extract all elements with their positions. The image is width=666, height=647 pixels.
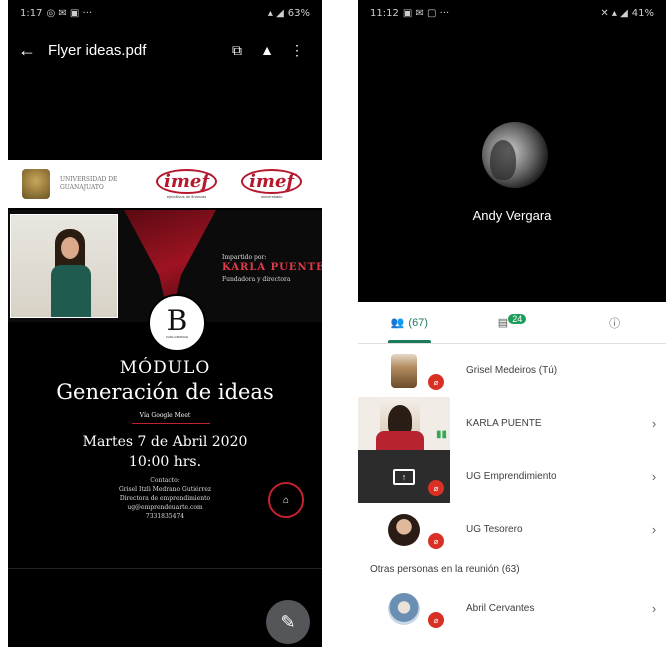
document-title: Flyer ideas.pdf (48, 41, 147, 59)
chevron-right-icon[interactable]: › (642, 416, 666, 431)
battery-level: 63% (287, 7, 310, 19)
university-seal-icon (22, 169, 50, 199)
module-title: Generación de ideas (56, 380, 274, 404)
participant-thumbnail: ⌀ (358, 344, 450, 397)
chevron-right-icon[interactable]: › (642, 522, 666, 537)
signal-icon: ✕ ▴ ◢ (600, 7, 628, 19)
participant-name: KARLA PUENTE (466, 418, 542, 429)
divider (132, 423, 210, 424)
mic-off-icon: ⌀ (428, 374, 444, 390)
participant-name: UG Tesorero (466, 524, 523, 535)
status-time: 1:17 (20, 7, 43, 19)
avatar (388, 513, 420, 546)
notification-icon: ◎ ✉ ▣ ··· (46, 7, 93, 19)
app-bar: ← Flyer ideas.pdf ⧉ ▲ ⋮ (8, 26, 322, 74)
speaker-role: Fundadora y directora (222, 276, 291, 283)
meeting-tabs: 👥 (67) ▤ 24 ⓘ (358, 302, 666, 344)
drive-icon[interactable]: ▲ (252, 42, 282, 58)
people-icon: 👥 (390, 317, 405, 329)
speaking-indicator-icon: ▮▮ (436, 429, 448, 440)
avatar (391, 353, 417, 388)
page-divider (8, 568, 322, 569)
event-time: 10:00 hrs. (128, 454, 202, 470)
participant-row[interactable]: ↑ ⌀ UG Emprendimiento › (358, 450, 666, 503)
screen-share-icon: ↑ (393, 468, 415, 485)
chevron-right-icon[interactable]: › (642, 601, 666, 616)
imparted-by-label: Impartido por: (222, 254, 267, 261)
participant-name: Grisel Medeiros (Tú) (466, 365, 558, 376)
brand-logo: B KARLA BRIDGE (148, 294, 206, 352)
speaker-name: Andy Vergara (472, 208, 552, 223)
meet-screen: 11:12 ▣ ✉ ▢ ··· ✕ ▴ ◢ 41% Andy Vergara 👥… (358, 0, 666, 647)
mic-off-icon: ⌀ (428, 533, 444, 549)
event-date: Martes 7 de Abril 2020 (82, 434, 248, 450)
video-stage: 11:12 ▣ ✉ ▢ ··· ✕ ▴ ◢ 41% Andy Vergara (358, 0, 666, 302)
participant-name: UG Emprendimiento (466, 471, 557, 482)
participant-row[interactable]: ⌀ Grisel Medeiros (Tú) (358, 344, 666, 397)
signal-icon: ▴ ◢ (267, 7, 284, 19)
emprendimiento-logo-icon: ⌂ (268, 482, 304, 518)
mic-off-icon: ⌀ (428, 612, 444, 628)
avatar (388, 592, 420, 625)
pdf-page: UNIVERSIDAD DE GUANAJUATO imef ejecutivo… (8, 160, 322, 570)
tab-info[interactable]: ⓘ (563, 302, 666, 343)
participant-thumbnail: ↑ ⌀ (358, 450, 450, 503)
others-section-label: Otras personas en la reunión (63) (370, 563, 520, 575)
chat-icon: ▤ (497, 317, 509, 329)
participant-thumbnail: ⌀ (358, 582, 450, 635)
speaker-avatar (482, 122, 548, 188)
edit-pencil-icon[interactable]: ✎ (266, 600, 310, 644)
status-bar: 1:17 ◎ ✉ ▣ ··· ▴ ◢ 63% (8, 0, 322, 26)
imef-logo: imef ejecutivos de finanzas (156, 169, 218, 199)
battery-level: 41% (631, 7, 654, 19)
mic-off-icon: ⌀ (428, 480, 444, 496)
more-options-icon[interactable]: ⋮ (282, 42, 312, 59)
pdf-viewer-screen: 1:17 ◎ ✉ ▣ ··· ▴ ◢ 63% ← Flyer ideas.pdf… (8, 0, 322, 647)
participant-thumbnail: ▮▮ (358, 397, 450, 450)
tab-people[interactable]: 👥 (67) (358, 302, 461, 343)
notification-icon: ▣ ✉ ▢ ··· (402, 7, 450, 19)
back-arrow-icon[interactable]: ← (18, 40, 48, 61)
platform-label: Vía Google Meet (139, 412, 191, 419)
module-label: MÓDULO (119, 358, 211, 378)
tab-chat[interactable]: ▤ 24 (461, 302, 564, 343)
chat-count-badge: 24 (508, 313, 527, 324)
info-icon: ⓘ (609, 317, 621, 330)
chevron-right-icon[interactable]: › (642, 469, 666, 484)
status-bar: 11:12 ▣ ✉ ▢ ··· ✕ ▴ ◢ 41% (358, 0, 666, 26)
university-name: UNIVERSIDAD DE GUANAJUATO (60, 176, 118, 191)
participant-thumbnail: ⌀ (358, 503, 450, 556)
speaker-name: KARLA PUENTE (222, 262, 322, 273)
participant-name: Abril Cervantes (466, 603, 535, 614)
participant-row[interactable]: ⌀ Abril Cervantes › (358, 582, 666, 635)
participant-row[interactable]: ⌀ UG Tesorero › (358, 503, 666, 556)
ocr-scan-icon[interactable]: ⧉ (222, 42, 252, 59)
participant-row[interactable]: ▮▮ KARLA PUENTE › (358, 397, 666, 450)
status-time: 11:12 (370, 7, 399, 19)
speaker-photo (10, 214, 118, 318)
logo-strip: UNIVERSIDAD DE GUANAJUATO imef ejecutivo… (8, 160, 322, 208)
imef-university-logo: imef universitario (241, 169, 303, 199)
